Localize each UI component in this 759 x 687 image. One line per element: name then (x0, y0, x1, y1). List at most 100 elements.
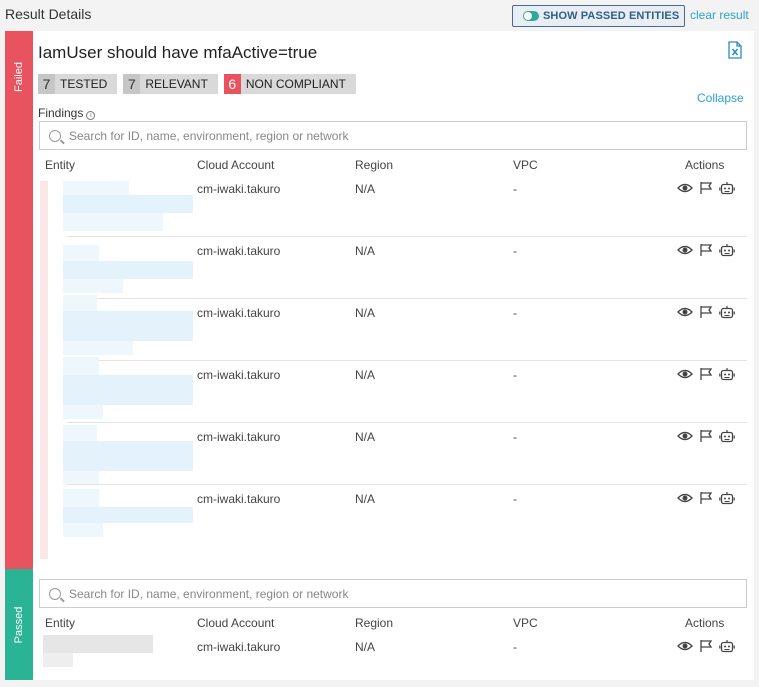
stat-non-compliant: 6 NON COMPLIANT (223, 74, 356, 94)
failed-row-3-vpc: - (513, 306, 517, 320)
failed-search-input[interactable] (69, 128, 709, 143)
failed-row-5-vpc: - (513, 430, 517, 444)
bot-icon[interactable] (719, 243, 735, 257)
row-divider (67, 360, 747, 361)
redacted-entity (63, 245, 99, 261)
bot-icon[interactable] (719, 639, 735, 653)
failed-section-bar: Failed (5, 31, 33, 569)
failed-row-1-vpc: - (513, 182, 517, 196)
stat-relevant-count: 7 (123, 74, 141, 94)
redacted-entity (63, 375, 193, 405)
redacted-entity (63, 357, 99, 375)
row-divider (67, 484, 747, 485)
passed-col-region[interactable]: Region (355, 616, 393, 630)
redacted-entity (63, 341, 133, 355)
failed-row-6-actions (677, 491, 735, 505)
failed-row-5-region: N/A (355, 430, 376, 444)
result-header: Result Details SHOW PASSED ENTITIES clea… (0, 0, 759, 30)
redacted-entity (63, 213, 163, 231)
passed-col-vpc[interactable]: VPC (513, 616, 538, 630)
bot-icon[interactable] (719, 367, 735, 381)
flag-icon[interactable] (698, 639, 714, 653)
stats-bar: 7 TESTED 7 RELEVANT 6 NON COMPLIANT (38, 74, 356, 94)
failed-row-1-account: cm-iwaki.takuro (197, 182, 281, 196)
redacted-entity (63, 441, 193, 471)
failed-row-3-region: N/A (355, 306, 376, 320)
bot-icon[interactable] (719, 429, 735, 443)
info-icon[interactable]: i (86, 111, 96, 120)
failed-row-2-region: N/A (355, 244, 376, 258)
stat-tested: 7 TESTED (38, 74, 118, 94)
eye-icon[interactable] (677, 367, 693, 381)
failed-col-entity[interactable]: Entity (45, 158, 75, 172)
result-panel: IamUser should have mfaActive=true 7 TES… (33, 31, 754, 680)
passed-row-1-region: N/A (355, 640, 376, 654)
eye-icon[interactable] (677, 429, 693, 443)
toggle-switch-icon (523, 11, 539, 21)
rule-title: IamUser should have mfaActive=true (38, 43, 318, 62)
passed-label: Passed (13, 606, 25, 644)
flag-icon[interactable] (698, 243, 714, 257)
search-icon (49, 129, 61, 142)
redacted-entity (63, 195, 193, 213)
flag-icon[interactable] (698, 367, 714, 381)
failed-col-region[interactable]: Region (355, 158, 393, 172)
eye-icon[interactable] (677, 639, 693, 653)
failed-row-5-actions (677, 429, 735, 443)
eye-icon[interactable] (677, 181, 693, 195)
failed-row-2-vpc: - (513, 244, 517, 258)
failed-row-1-region: N/A (355, 182, 376, 196)
redacted-entity (63, 425, 97, 441)
flag-icon[interactable] (698, 181, 714, 195)
eye-icon[interactable] (677, 491, 693, 505)
stat-tested-count: 7 (38, 74, 55, 94)
failed-col-account[interactable]: Cloud Account (197, 158, 274, 172)
passed-search-input[interactable] (69, 586, 709, 601)
stat-non-compliant-count: 6 (223, 74, 241, 94)
findings-text: Findings (38, 106, 84, 120)
excel-export-icon[interactable] (728, 41, 742, 59)
passed-row-1-vpc: - (513, 640, 517, 654)
failed-row-2-actions (677, 243, 735, 257)
bot-icon[interactable] (719, 181, 735, 195)
failed-search-box (39, 121, 747, 150)
redacted-entity (63, 295, 97, 311)
passed-col-entity[interactable]: Entity (45, 616, 75, 630)
flag-icon[interactable] (698, 491, 714, 505)
failed-label: Failed (13, 62, 25, 92)
bot-icon[interactable] (719, 491, 735, 505)
flag-icon[interactable] (698, 429, 714, 443)
eye-icon[interactable] (677, 305, 693, 319)
failed-row-3-actions (677, 305, 735, 319)
flag-icon[interactable] (698, 305, 714, 319)
passed-section-bar: Passed (5, 569, 33, 680)
failed-col-actions: Actions (685, 158, 725, 172)
redacted-entity (63, 507, 193, 523)
redacted-entity (63, 261, 193, 279)
clear-result-link[interactable]: clear result (690, 8, 749, 22)
passed-row-1-account: cm-iwaki.takuro (197, 640, 281, 654)
show-passed-entities-toggle[interactable]: SHOW PASSED ENTITIES (512, 5, 685, 27)
search-icon (49, 587, 61, 600)
collapse-link[interactable]: Collapse (697, 91, 744, 105)
failed-row-6-account: cm-iwaki.takuro (197, 492, 281, 506)
failed-row-4-account: cm-iwaki.takuro (197, 368, 281, 382)
redacted-entity (63, 311, 193, 341)
bot-icon[interactable] (719, 305, 735, 319)
redacted-entity (63, 181, 129, 195)
failed-row-6-region: N/A (355, 492, 376, 506)
failed-col-vpc[interactable]: VPC (513, 158, 538, 172)
eye-icon[interactable] (677, 243, 693, 257)
entity-redaction-strip (40, 181, 48, 559)
row-divider (67, 298, 747, 299)
redacted-entity (63, 523, 103, 537)
redacted-entity (43, 653, 73, 667)
stat-relevant-label: RELEVANT (145, 77, 208, 91)
failed-row-6-vpc: - (513, 492, 517, 506)
stat-relevant: 7 RELEVANT (123, 74, 218, 94)
redacted-entity (63, 489, 99, 507)
failed-row-4-vpc: - (513, 368, 517, 382)
passed-col-account[interactable]: Cloud Account (197, 616, 274, 630)
failed-row-4-region: N/A (355, 368, 376, 382)
result-details-title: Result Details (5, 6, 92, 22)
